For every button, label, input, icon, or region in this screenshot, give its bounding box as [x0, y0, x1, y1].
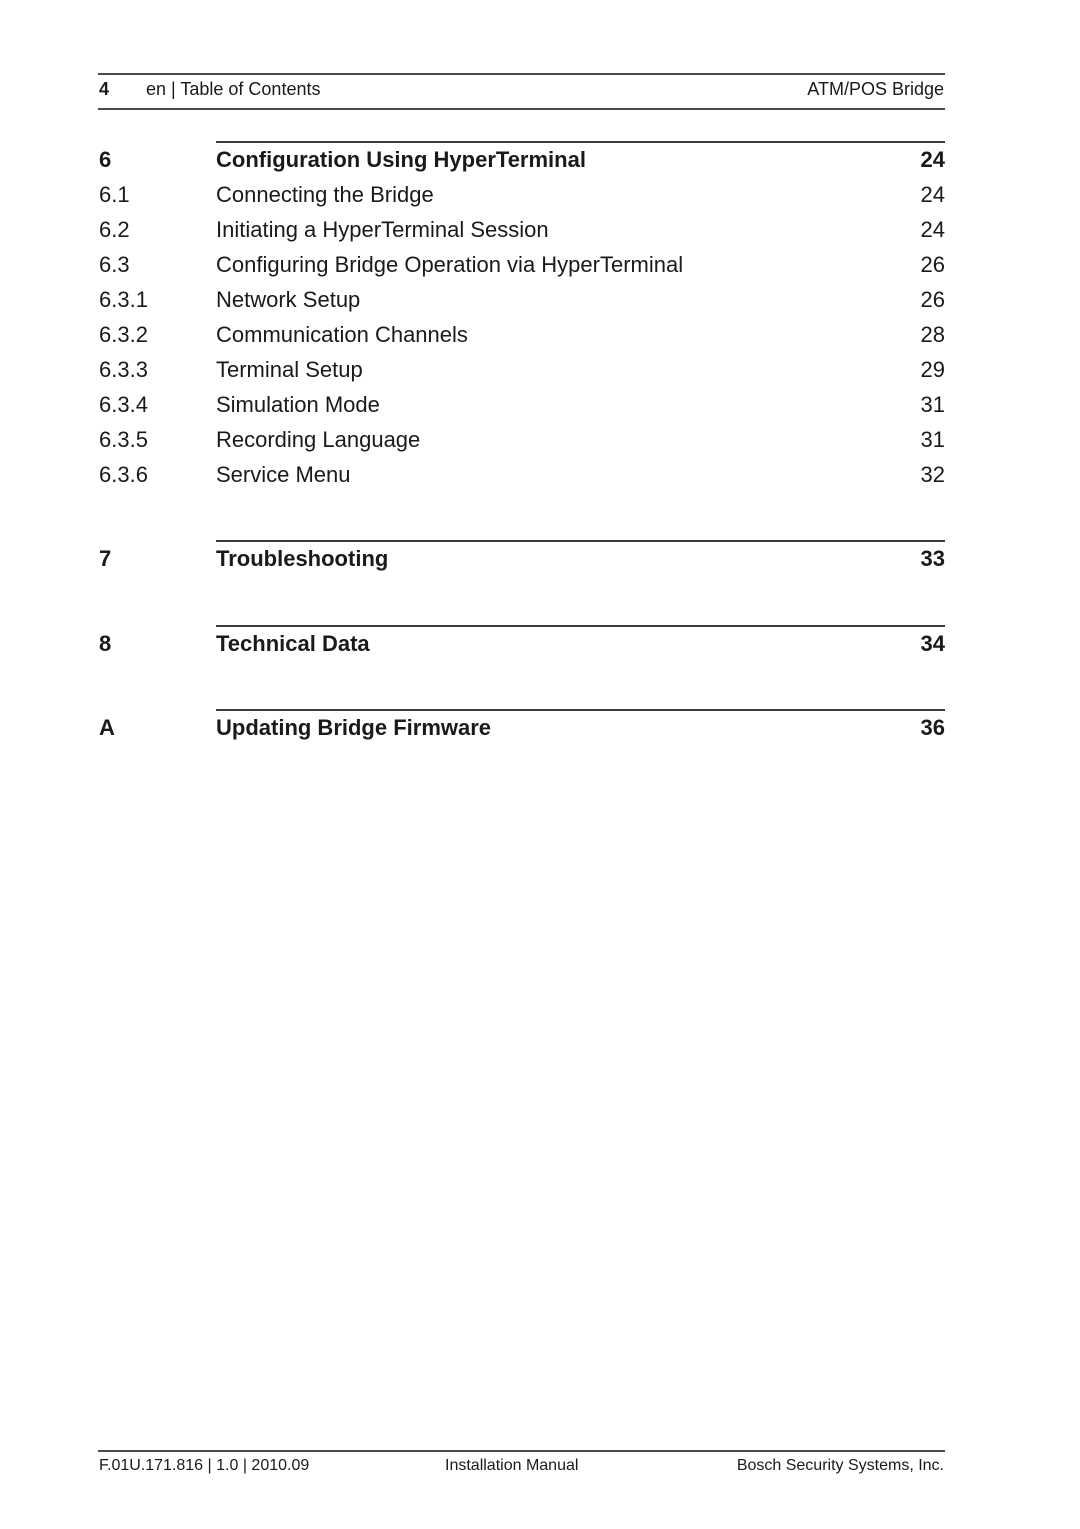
footer-company: Bosch Security Systems, Inc.: [736, 1457, 944, 1474]
toc-entry-page[interactable]: 36: [921, 715, 945, 741]
toc-entry-number: 6.3: [99, 252, 130, 277]
toc-entry-page[interactable]: 29: [921, 357, 945, 383]
toc-entry-page[interactable]: 28: [921, 322, 945, 348]
toc-entry[interactable]: 6.3.4 Simulation Mode 31: [99, 392, 945, 422]
toc-entry-number: 6.3.1: [99, 287, 148, 312]
chapter-divider: [216, 540, 945, 542]
toc-entry-title[interactable]: Troubleshooting: [216, 546, 388, 572]
toc-entry-page[interactable]: 34: [921, 631, 945, 657]
toc-entry-title[interactable]: Service Menu: [216, 462, 351, 488]
chapter-divider: [216, 625, 945, 627]
toc-entry-chapter[interactable]: 6 Configuration Using HyperTerminal 24: [99, 147, 945, 177]
toc-entry-page[interactable]: 33: [921, 546, 945, 572]
toc-entry-title[interactable]: Technical Data: [216, 631, 370, 657]
toc-entry-number: 6.3.6: [99, 462, 148, 487]
toc-entry-chapter[interactable]: A Updating Bridge Firmware 36: [99, 715, 945, 745]
header-section-label: en | Table of Contents: [146, 79, 321, 99]
toc-entry-number: A: [99, 715, 115, 740]
toc-entry[interactable]: 6.3 Configuring Bridge Operation via Hyp…: [99, 252, 945, 282]
toc-entry[interactable]: 6.3.3 Terminal Setup 29: [99, 357, 945, 387]
toc-entry-number: 6.3.2: [99, 322, 148, 347]
toc-entry-chapter[interactable]: 8 Technical Data 34: [99, 631, 945, 661]
toc-entry-page[interactable]: 24: [921, 182, 945, 208]
header-product-name: ATM/POS Bridge: [807, 79, 944, 99]
toc-entry-title[interactable]: Configuration Using HyperTerminal: [216, 147, 586, 173]
toc-entry[interactable]: 6.3.6 Service Menu 32: [99, 462, 945, 492]
toc-entry-number: 6.2: [99, 217, 130, 242]
toc-entry-number: 8: [99, 631, 112, 656]
toc-entry[interactable]: 6.3.2 Communication Channels 28: [99, 322, 945, 352]
toc-entry-title[interactable]: Terminal Setup: [216, 357, 363, 383]
toc-entry-page[interactable]: 24: [921, 217, 945, 243]
toc-entry-title[interactable]: Connecting the Bridge: [216, 182, 434, 208]
toc-entry-title[interactable]: Simulation Mode: [216, 392, 380, 418]
toc-entry-page[interactable]: 32: [921, 462, 945, 488]
footer-rule: [98, 1450, 945, 1452]
toc-entry[interactable]: 6.3.1 Network Setup 26: [99, 287, 945, 317]
header-page-number: 4: [99, 79, 110, 99]
toc-entry-page[interactable]: 26: [921, 252, 945, 278]
toc-entry-page[interactable]: 31: [921, 427, 945, 453]
chapter-divider: [216, 709, 945, 711]
toc-entry-number: 6.3.3: [99, 357, 148, 382]
footer-document-type: Installation Manual: [445, 1457, 579, 1474]
toc-entry-page[interactable]: 26: [921, 287, 945, 313]
toc-entry-number: 6.3.4: [99, 392, 148, 417]
toc-entry-number: 6.1: [99, 182, 130, 207]
toc-entry[interactable]: 6.3.5 Recording Language 31: [99, 427, 945, 457]
toc-entry[interactable]: 6.2 Initiating a HyperTerminal Session 2…: [99, 217, 945, 247]
toc-entry-title[interactable]: Network Setup: [216, 287, 360, 313]
toc-entry-page[interactable]: 24: [921, 147, 945, 173]
toc-entry-title[interactable]: Configuring Bridge Operation via HyperTe…: [216, 252, 683, 278]
toc-entry-page[interactable]: 31: [921, 392, 945, 418]
header-bottom-rule: [98, 108, 945, 110]
toc-entry-chapter[interactable]: 7 Troubleshooting 33: [99, 546, 945, 576]
toc-entry[interactable]: 6.1 Connecting the Bridge 24: [99, 182, 945, 212]
toc-entry-number: 6.3.5: [99, 427, 148, 452]
chapter-divider: [216, 141, 945, 143]
toc-entry-title[interactable]: Initiating a HyperTerminal Session: [216, 217, 549, 243]
toc-entry-title[interactable]: Updating Bridge Firmware: [216, 715, 491, 741]
toc-entry-title[interactable]: Communication Channels: [216, 322, 468, 348]
toc-entry-number: 6: [99, 147, 112, 172]
header-top-rule: [98, 73, 945, 75]
toc-entry-title[interactable]: Recording Language: [216, 427, 420, 453]
toc-entry-number: 7: [99, 546, 112, 571]
footer-document-id: F.01U.171.816 | 1.0 | 2010.09: [99, 1457, 310, 1474]
